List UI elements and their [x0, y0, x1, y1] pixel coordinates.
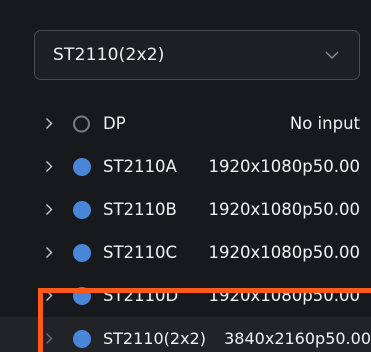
- source-format: 1920x1080p50.00: [208, 157, 360, 176]
- source-format: No input: [289, 114, 360, 133]
- source-list: DP No input ST2110A 1920x1080p50.00 ST21…: [0, 102, 371, 352]
- source-name: DP: [103, 114, 126, 133]
- source-format: 1920x1080p50.00: [208, 200, 360, 219]
- status-indicator-icon: [73, 329, 91, 348]
- chevron-down-icon: [325, 48, 339, 62]
- status-indicator-icon: [73, 157, 91, 176]
- source-format: 1920x1080p50.00: [208, 286, 360, 305]
- source-name: ST2110C: [103, 243, 178, 262]
- status-indicator-icon: [73, 115, 90, 132]
- source-name: ST2110D: [103, 286, 179, 305]
- chevron-right-icon[interactable]: [45, 332, 55, 346]
- layout-dropdown[interactable]: ST2110(2x2): [34, 30, 360, 80]
- source-row-st2110b[interactable]: ST2110B 1920x1080p50.00: [0, 188, 371, 231]
- source-panel: ST2110(2x2) DP No input ST2110A 1920x108…: [0, 0, 371, 352]
- layout-dropdown-value: ST2110(2x2): [53, 45, 165, 65]
- chevron-right-icon[interactable]: [45, 203, 55, 217]
- chevron-right-icon[interactable]: [45, 289, 55, 303]
- source-name: ST2110A: [103, 157, 177, 176]
- chevron-right-icon[interactable]: [45, 117, 55, 131]
- source-row-st2110d[interactable]: ST2110D 1920x1080p50.00: [0, 274, 371, 317]
- status-indicator-icon: [73, 286, 91, 305]
- source-row-st2110-2x2[interactable]: ST2110(2x2) 3840x2160p50.00: [0, 317, 371, 352]
- source-name: ST2110B: [103, 200, 177, 219]
- source-row-st2110a[interactable]: ST2110A 1920x1080p50.00: [0, 145, 371, 188]
- source-format: 1920x1080p50.00: [208, 243, 360, 262]
- source-name: ST2110(2x2): [103, 329, 206, 348]
- status-indicator-icon: [73, 243, 91, 262]
- source-row-dp[interactable]: DP No input: [0, 102, 371, 145]
- source-row-st2110c[interactable]: ST2110C 1920x1080p50.00: [0, 231, 371, 274]
- status-indicator-icon: [73, 200, 91, 219]
- chevron-right-icon[interactable]: [45, 160, 55, 174]
- chevron-right-icon[interactable]: [45, 246, 55, 260]
- source-format: 3840x2160p50.00: [224, 329, 371, 348]
